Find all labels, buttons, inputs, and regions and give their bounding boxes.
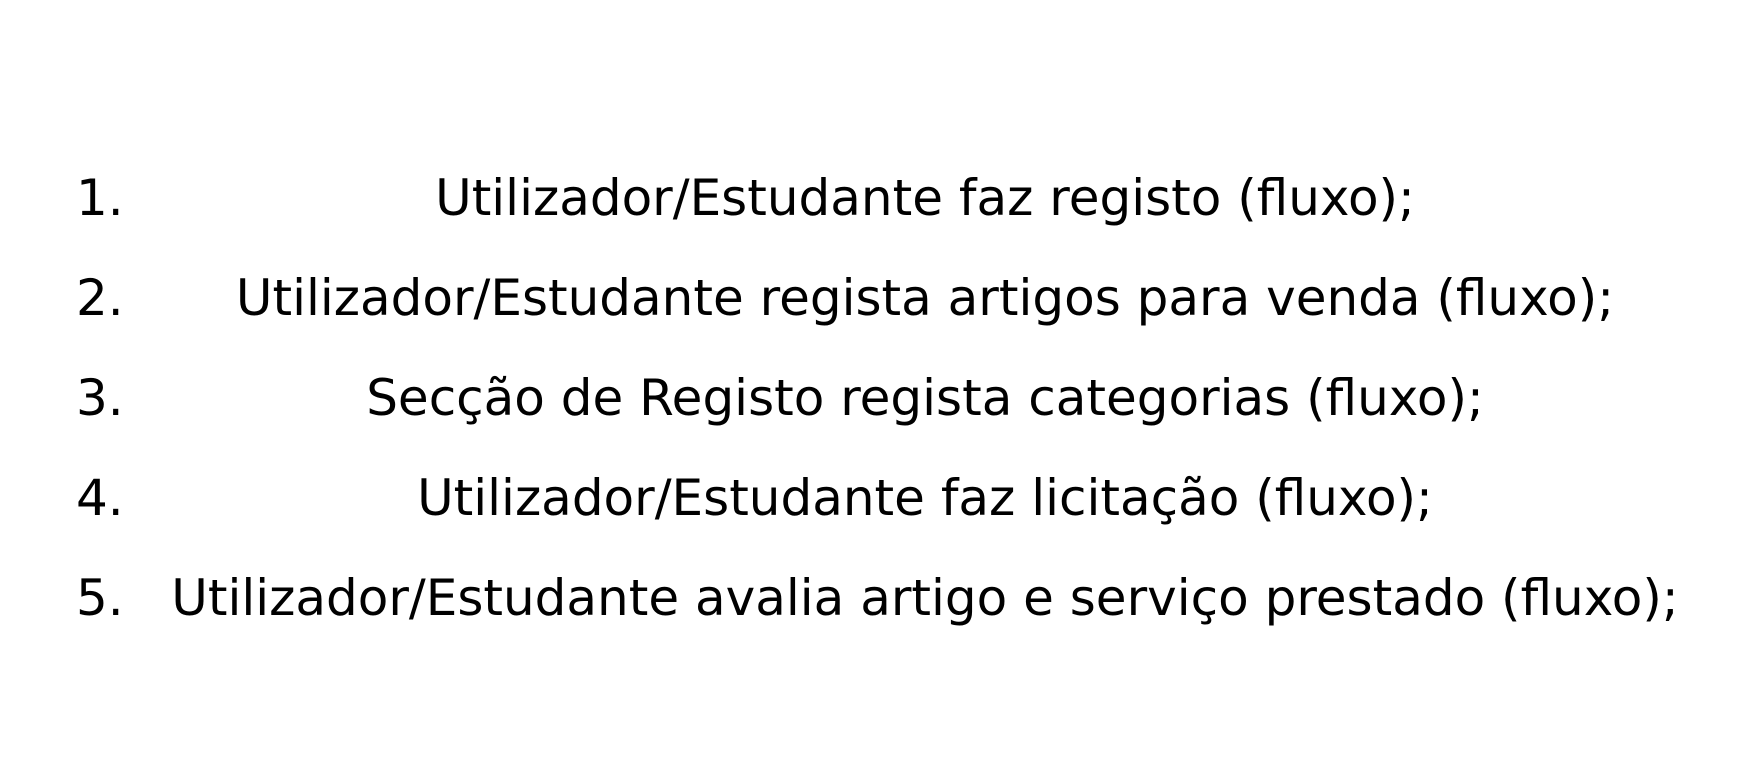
- list-item: 5. Utilizador/Estudante avalia artigo e …: [0, 558, 1748, 638]
- list-item-number: 1.: [76, 169, 124, 227]
- list-item-text: Utilizador/Estudante avalia artigo e ser…: [171, 569, 1679, 627]
- list-item-number: 2.: [76, 269, 124, 327]
- list-item-number: 3.: [76, 369, 124, 427]
- list-item-number: 4.: [76, 469, 124, 527]
- list-item-text: Utilizador/Estudante faz licitação (flux…: [417, 469, 1433, 527]
- list-item-number: 5.: [76, 569, 124, 627]
- list-item: 3. Secção de Registo regista categorias …: [0, 358, 1748, 438]
- list-item: 2. Utilizador/Estudante regista artigos …: [0, 258, 1748, 338]
- numbered-list: 1. Utilizador/Estudante faz registo (flu…: [0, 0, 1748, 771]
- list-item-text: Utilizador/Estudante regista artigos par…: [235, 269, 1615, 327]
- list-item: 4. Utilizador/Estudante faz licitação (f…: [0, 458, 1748, 538]
- list-item-text: Utilizador/Estudante faz registo (fluxo)…: [435, 169, 1415, 227]
- list-item-text: Secção de Registo regista categorias (fl…: [366, 369, 1484, 427]
- list-item: 1. Utilizador/Estudante faz registo (flu…: [0, 158, 1748, 238]
